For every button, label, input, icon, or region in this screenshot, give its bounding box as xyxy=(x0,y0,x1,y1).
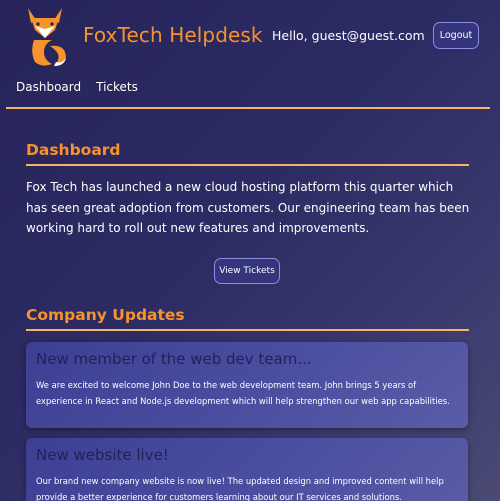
user-greeting: Hello, guest@guest.com xyxy=(272,28,425,43)
dashboard-title: Dashboard xyxy=(26,141,121,159)
view-tickets-button[interactable]: View Tickets xyxy=(214,258,280,284)
update-card-body: We are excited to welcome John Doe to th… xyxy=(36,380,450,406)
header: FoxTech Helpdesk Hello, guest@guest.com … xyxy=(0,0,500,72)
company-updates-title: Company Updates xyxy=(26,306,185,324)
update-card-body: Our brand new company website is now liv… xyxy=(36,476,444,501)
logout-button[interactable]: Logout xyxy=(433,22,479,49)
brand-title: FoxTech Helpdesk xyxy=(83,23,263,47)
dashboard-intro: Fox Tech has launched a new cloud hostin… xyxy=(26,180,470,235)
update-card: New member of the web dev team... We are… xyxy=(26,342,468,428)
update-card: New website live! Our brand new company … xyxy=(26,438,468,501)
nav-item-dashboard[interactable]: Dashboard xyxy=(16,80,81,96)
update-card-title: New website live! xyxy=(36,446,169,464)
dashboard-divider xyxy=(26,164,469,166)
update-card-title: New member of the web dev team... xyxy=(36,350,312,368)
company-updates-divider xyxy=(26,329,469,331)
nav-divider xyxy=(6,107,490,109)
main-nav: Dashboard Tickets xyxy=(16,80,138,96)
fox-logo-icon xyxy=(28,8,66,66)
nav-item-tickets[interactable]: Tickets xyxy=(96,80,138,96)
